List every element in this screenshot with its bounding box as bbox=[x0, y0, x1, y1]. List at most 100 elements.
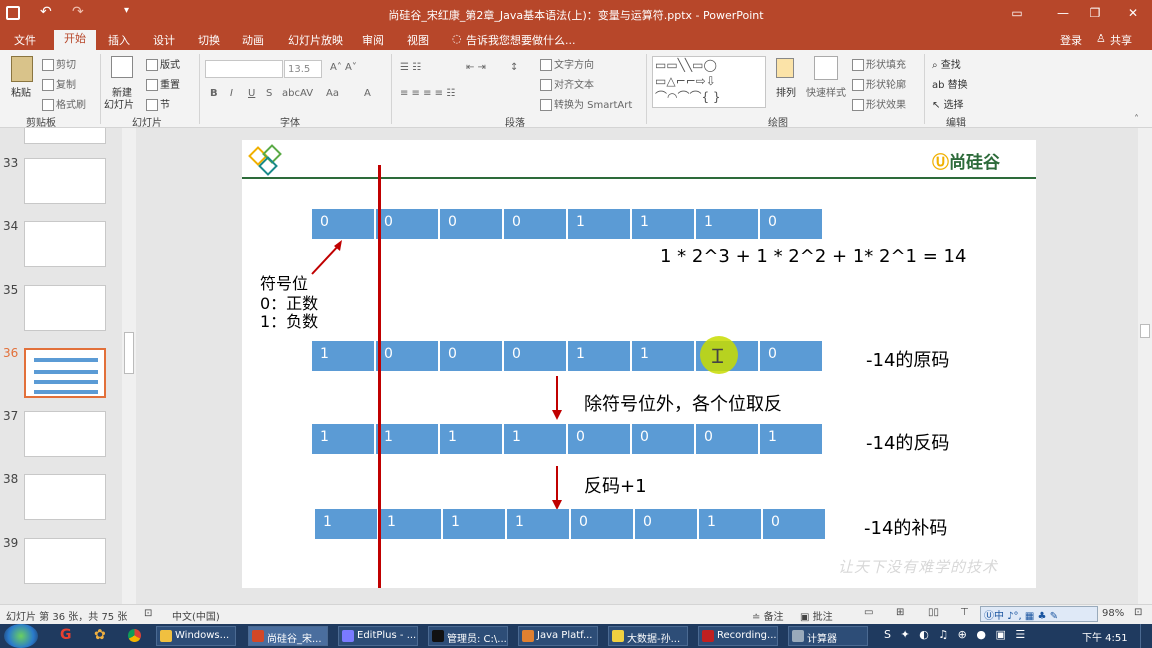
new-slide-icon[interactable] bbox=[111, 56, 133, 78]
restore-icon[interactable]: ❐ bbox=[1084, 4, 1106, 22]
slide-thumbnail[interactable] bbox=[24, 285, 106, 331]
start-button[interactable] bbox=[4, 624, 38, 648]
zoom-level[interactable]: 98% bbox=[1102, 608, 1124, 619]
format-painter-button[interactable]: 格式刷 bbox=[42, 96, 86, 111]
task-cmd[interactable]: 管理员: C:\... bbox=[428, 626, 508, 646]
replace-button[interactable]: ab 替换 bbox=[932, 76, 968, 91]
text-direction-button[interactable]: 文字方向 bbox=[540, 56, 594, 71]
slide-thumbnail[interactable] bbox=[24, 474, 106, 520]
thumb-partial[interactable] bbox=[24, 128, 106, 144]
slide-thumbnail[interactable] bbox=[24, 411, 106, 457]
shape-fill-button[interactable]: 形状填充 bbox=[852, 56, 906, 71]
slide-thumbnail[interactable] bbox=[24, 538, 106, 584]
task-calculator[interactable]: 计算器 bbox=[788, 626, 868, 646]
italic-button[interactable]: I bbox=[230, 88, 233, 99]
new-slide-label-2[interactable]: 幻灯片 bbox=[104, 96, 134, 111]
bold-button[interactable]: B bbox=[210, 88, 218, 99]
task-bigdata[interactable]: 大数据-孙... bbox=[608, 626, 688, 646]
slideshow-view-icon[interactable]: ⊤ bbox=[960, 607, 969, 618]
slide-thumbnail-selected[interactable] bbox=[24, 348, 106, 398]
tab-animations[interactable]: 动画 bbox=[242, 32, 264, 48]
change-case-icon[interactable]: Aa bbox=[326, 88, 339, 99]
spellcheck-icon[interactable]: ⊡ bbox=[144, 608, 152, 619]
ime-toolbar[interactable]: Ⓤ中 ♪°, ▦ ♣ ✎ bbox=[980, 606, 1098, 622]
group-drawing-label: 绘图 bbox=[768, 118, 788, 129]
tab-design[interactable]: 设计 bbox=[153, 32, 175, 48]
tab-slideshow[interactable]: 幻灯片放映 bbox=[288, 32, 343, 48]
font-color-icon[interactable]: A bbox=[364, 88, 371, 99]
thumbnail-scrollbar[interactable] bbox=[122, 128, 136, 604]
paste-button[interactable]: 粘贴 bbox=[11, 84, 31, 99]
tab-home[interactable]: 开始 bbox=[54, 30, 96, 50]
down-arrow-2 bbox=[552, 466, 562, 510]
bits-row-1: 00001110 bbox=[312, 209, 824, 239]
tell-me-search[interactable]: 告诉我您想要做什么... bbox=[466, 32, 576, 48]
slide-thumbnail[interactable] bbox=[24, 158, 106, 204]
bullets-icon[interactable]: ☰ ☷ bbox=[400, 62, 421, 73]
chrome-icon[interactable] bbox=[128, 629, 141, 642]
normal-view-icon[interactable]: ▭ bbox=[864, 607, 873, 618]
editor-scrollbar[interactable] bbox=[1138, 128, 1152, 604]
task-editplus[interactable]: EditPlus - ... bbox=[338, 626, 418, 646]
fit-slide-icon[interactable]: ⊡ bbox=[1134, 607, 1142, 618]
align-text-button[interactable]: 对齐文本 bbox=[540, 76, 594, 91]
shape-effects-button[interactable]: 形状效果 bbox=[852, 96, 906, 111]
underline-button[interactable]: U bbox=[248, 88, 255, 99]
comments-button[interactable]: ▣ 批注 bbox=[800, 608, 833, 623]
arrange-button[interactable]: 排列 bbox=[776, 84, 796, 99]
cut-button[interactable]: 剪切 bbox=[42, 56, 76, 71]
reset-button[interactable]: 重置 bbox=[146, 76, 180, 91]
strikethrough-button[interactable]: abc bbox=[282, 88, 300, 99]
app-icon-red[interactable]: G bbox=[60, 627, 72, 643]
sorter-view-icon[interactable]: ⊞ bbox=[896, 607, 904, 618]
close-icon[interactable]: ✕ bbox=[1122, 4, 1144, 22]
char-spacing-icon[interactable]: AV bbox=[300, 88, 313, 99]
task-windows[interactable]: Windows... bbox=[156, 626, 236, 646]
tab-transitions[interactable]: 切换 bbox=[198, 32, 220, 48]
language-indicator[interactable]: 中文(中国) bbox=[172, 608, 220, 623]
line-spacing-icon[interactable]: ↕ bbox=[510, 62, 518, 73]
reading-view-icon[interactable]: ▯▯ bbox=[928, 607, 939, 618]
app-icon-flower[interactable]: ✿ bbox=[94, 627, 106, 643]
quick-styles-button[interactable]: 快速样式 bbox=[806, 84, 846, 99]
shape-outline-button[interactable]: 形状轮廓 bbox=[852, 76, 906, 91]
invert-step-text: 除符号位外，各个位取反 bbox=[584, 394, 782, 415]
task-java[interactable]: Java Platf... bbox=[518, 626, 598, 646]
slide-canvas[interactable]: Ⓤ尚硅谷 00001110 1 * 2^3 + 1 * 2^2 + 1* 2^1… bbox=[242, 140, 1036, 588]
font-name-input[interactable] bbox=[205, 60, 283, 78]
ribbon-display-icon[interactable]: ▭ bbox=[1006, 4, 1028, 22]
bit-cell: 1 bbox=[568, 341, 632, 371]
notes-button[interactable]: ≐ 备注 bbox=[752, 608, 784, 623]
find-button[interactable]: ⌕ 查找 bbox=[932, 56, 961, 71]
tab-view[interactable]: 视图 bbox=[407, 32, 429, 48]
tab-file[interactable]: 文件 bbox=[14, 32, 36, 48]
shadow-button[interactable]: S bbox=[266, 88, 272, 99]
copy-button[interactable]: 复制 bbox=[42, 76, 76, 91]
paste-icon[interactable] bbox=[11, 56, 33, 82]
show-desktop-button[interactable] bbox=[1140, 624, 1152, 648]
collapse-ribbon-icon[interactable]: ˄ bbox=[1134, 114, 1139, 125]
grow-font-icon[interactable]: A˄ A˅ bbox=[330, 62, 357, 73]
tab-review[interactable]: 审阅 bbox=[362, 32, 384, 48]
tab-insert[interactable]: 插入 bbox=[108, 32, 130, 48]
replace-icon: ab bbox=[932, 80, 948, 91]
shapes-gallery[interactable]: ▭▭╲╲▭◯ ▭△⌐⌐⇨⇩ ⌒◠⌒⌒{ } bbox=[652, 56, 766, 108]
arrange-icon[interactable] bbox=[776, 58, 794, 78]
share-button[interactable]: 共享 bbox=[1110, 32, 1132, 48]
minimize-icon[interactable]: — bbox=[1052, 4, 1074, 22]
slide-thumbnail[interactable] bbox=[24, 221, 106, 267]
font-size-input[interactable]: 13.5 bbox=[284, 60, 322, 78]
task-powerpoint[interactable]: 尚硅谷_宋... bbox=[248, 626, 328, 646]
quick-styles-icon[interactable] bbox=[814, 56, 838, 80]
select-button[interactable]: ↖ 选择 bbox=[932, 96, 964, 111]
layout-button[interactable]: 版式 bbox=[146, 56, 180, 71]
align-icons[interactable]: ≡ ≡ ≡ ≡ ☷ bbox=[400, 88, 455, 99]
section-button[interactable]: 节 bbox=[146, 96, 170, 111]
login-link[interactable]: 登录 bbox=[1060, 32, 1082, 48]
indent-icon[interactable]: ⇤ ⇥ bbox=[466, 62, 486, 73]
smartart-button[interactable]: 转换为 SmartArt bbox=[540, 96, 632, 111]
task-recording[interactable]: Recording... bbox=[698, 626, 778, 646]
editor-scroll-thumb[interactable] bbox=[1140, 324, 1150, 338]
tray-icons[interactable]: S ✦ ◐ ♫ ⊕ ● ▣ ☰ bbox=[884, 628, 1028, 641]
scroll-thumb[interactable] bbox=[124, 332, 134, 374]
